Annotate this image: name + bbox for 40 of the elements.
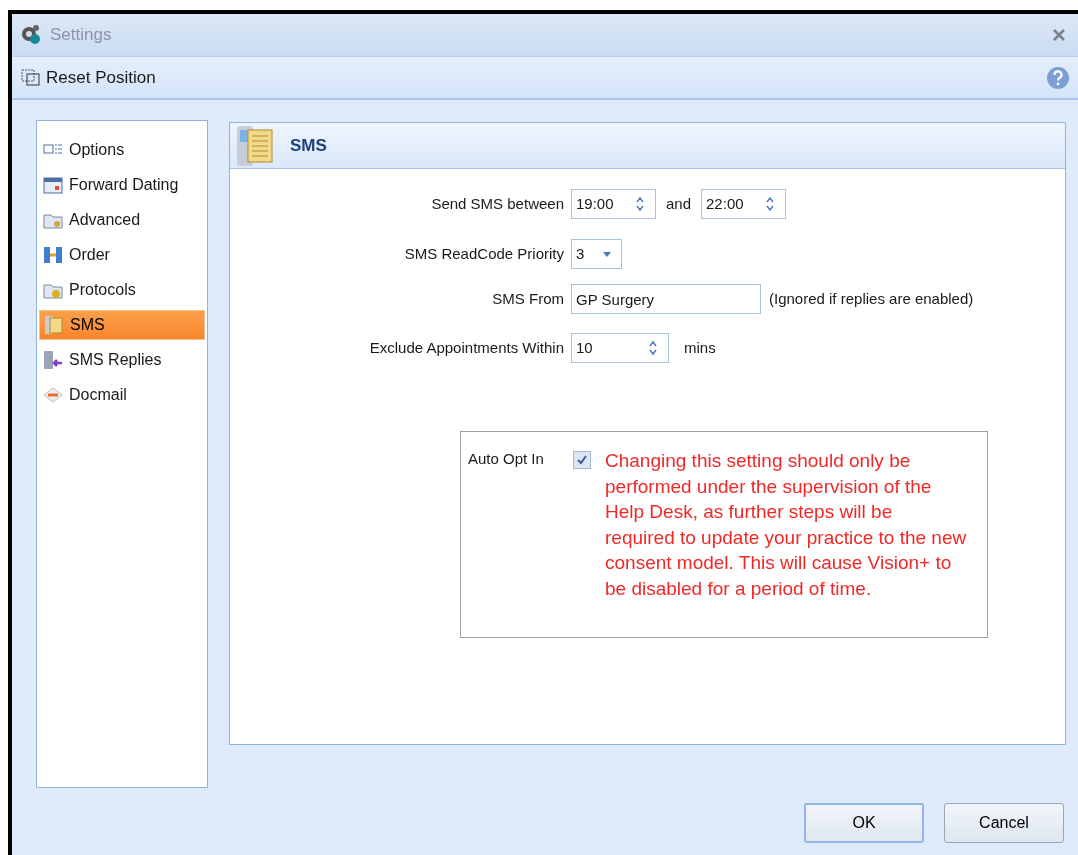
dialog-button[interactable]: Cancel (944, 803, 1064, 843)
sidebar-item[interactable]: SMS (39, 310, 205, 340)
warning-text: Changing this setting should only be performed under the supervision of the Help Desk, as further steps will be required to update your practice to the new consent model. This will cause Vision+ to be disabled for a period of time. (605, 449, 967, 601)
time-spinner[interactable]: 22:00 (701, 189, 787, 219)
field-label: Exclude Appointments Within (368, 337, 564, 358)
close-icon[interactable] (1052, 28, 1066, 42)
field-label: SMS From (491, 288, 564, 309)
option-label: Auto Opt In (468, 449, 545, 469)
priority-dropdown[interactable]: 3 (571, 239, 622, 269)
dialog-button[interactable]: OK (804, 803, 924, 843)
phone-document-icon (44, 315, 64, 335)
field-label: Send SMS between (430, 193, 564, 214)
sidebar-item[interactable]: Forward Dating (39, 170, 205, 200)
reset-position-button[interactable]: Reset Position (20, 64, 156, 91)
field-label: SMS ReadCode Priority (403, 243, 564, 264)
auto-opt-in-checkbox[interactable] (573, 451, 591, 469)
phone-arrow-icon (43, 350, 63, 370)
columns-icon (43, 245, 63, 265)
checkmark-icon (576, 454, 588, 466)
joiner-text: and (666, 193, 692, 214)
unit-text: mins (684, 337, 716, 358)
sms-from-field[interactable]: GP Surgery (571, 284, 761, 314)
minutes-spinner[interactable]: 10 (571, 333, 669, 363)
sidebar-item[interactable]: SMS Replies (39, 345, 205, 375)
calendar-icon (43, 175, 63, 195)
dropdown-arrow-icon[interactable] (603, 251, 611, 257)
sidebar-item[interactable]: Protocols (39, 275, 205, 305)
sidebar-item[interactable]: Order (39, 240, 205, 270)
frame-icon (20, 67, 42, 88)
help-icon[interactable] (1046, 65, 1070, 90)
panel-title: SMS (290, 134, 327, 157)
sidebar-item[interactable]: Advanced (39, 205, 205, 235)
sidebar-item[interactable]: Docmail (39, 380, 205, 410)
spin-arrows-icon[interactable] (765, 195, 776, 213)
spin-arrows-icon[interactable] (635, 195, 645, 213)
field-note: (Ignored if replies are enabled) (769, 288, 974, 309)
time-spinner[interactable]: 19:00 (571, 189, 656, 219)
sidebar-item[interactable]: Options (39, 135, 205, 165)
window-title: Settings (50, 24, 112, 47)
spin-arrows-icon[interactable] (648, 339, 658, 357)
